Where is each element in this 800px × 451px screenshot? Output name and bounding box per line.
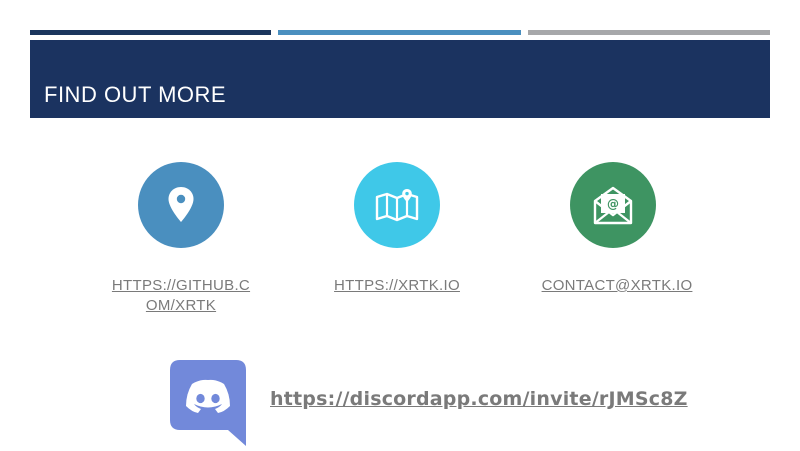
accent-bar-gray	[528, 30, 770, 35]
email-icon: @	[570, 162, 656, 248]
page-title: FIND OUT MORE	[44, 82, 227, 107]
svg-text:@: @	[607, 197, 619, 211]
email-link[interactable]: CONTACT@XRTK.IO	[540, 276, 694, 296]
slide-header: FIND OUT MORE	[30, 40, 770, 118]
accent-bar-blue	[278, 30, 521, 35]
accent-bar-dark	[30, 30, 271, 35]
location-pin-icon	[138, 162, 224, 248]
website-link[interactable]: HTTPS://XRTK.IO	[318, 276, 476, 296]
github-link[interactable]: HTTPS://GITHUB.COM/XRTK	[106, 276, 256, 316]
discord-logo-icon	[170, 360, 246, 446]
map-icon	[354, 162, 440, 248]
discord-invite-link[interactable]: https://discordapp.com/invite/rJMSc8Z	[270, 388, 688, 410]
